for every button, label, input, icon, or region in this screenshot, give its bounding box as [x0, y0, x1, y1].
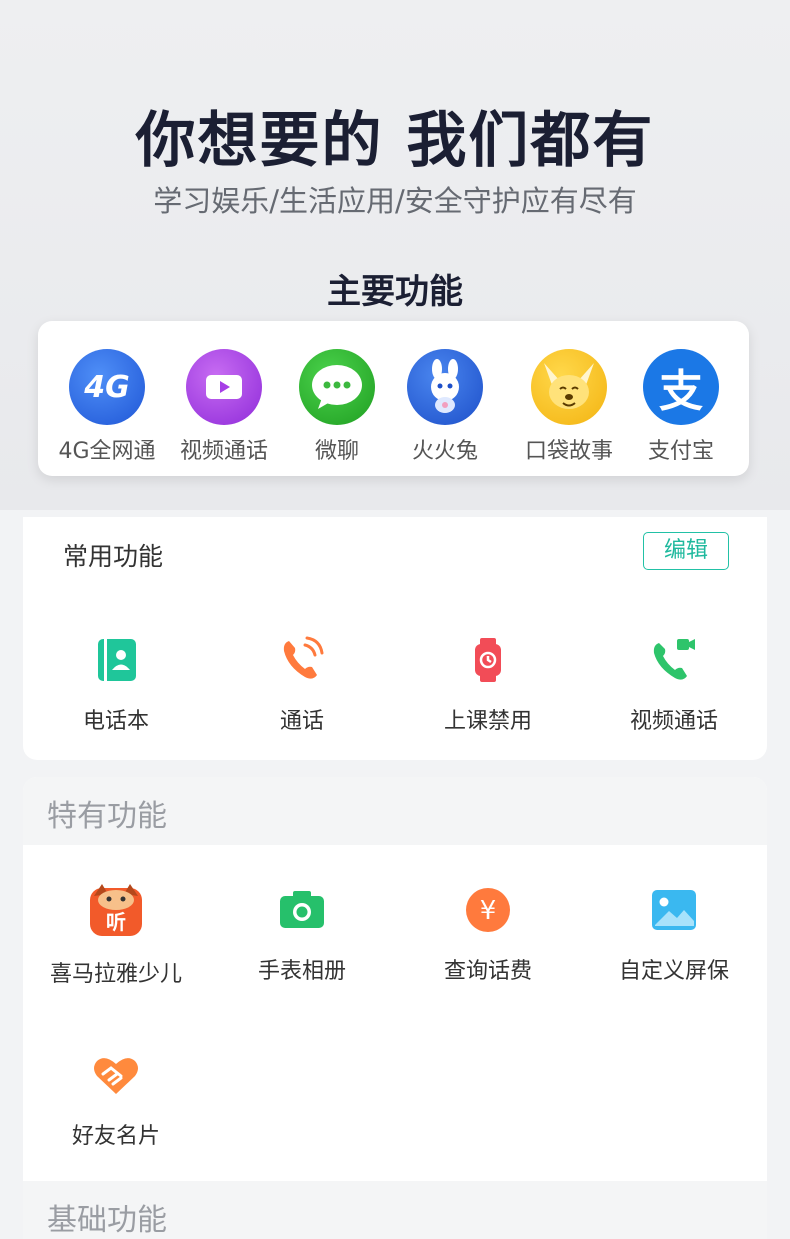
4g-network-icon: 4G: [69, 349, 145, 425]
edit-button[interactable]: 编辑: [643, 532, 729, 570]
rabbit-icon: [407, 349, 483, 425]
video-call-icon: [186, 349, 262, 425]
main-feature-label: 视频通话: [179, 439, 268, 464]
camera-icon: [277, 885, 327, 935]
basic-functions-title: 基础功能: [47, 1203, 167, 1238]
common-item-label: 上课禁用: [443, 709, 532, 734]
special-item-screensaver[interactable]: 自定义屏保: [581, 885, 767, 985]
subline: 学习娱乐/生活应用/安全守护应有尽有: [153, 184, 637, 218]
common-functions-card: 常用功能 编辑 电话本 通话 上课禁用 视频通话: [23, 517, 767, 760]
common-item-class-mode[interactable]: 上课禁用: [395, 635, 581, 735]
common-item-call[interactable]: 通话: [209, 635, 395, 735]
fox-icon: [531, 349, 607, 425]
special-item-label: 喜马拉雅少儿: [49, 962, 182, 987]
special-item-ximalaya[interactable]: 听 喜马拉雅少儿: [23, 882, 209, 988]
hero-banner: 你想要的 我们都有 学习娱乐/生活应用/安全守护应有尽有 主要功能 4G 4G全…: [0, 0, 790, 510]
video-phone-icon: [649, 635, 699, 685]
yuan-coin-icon: ¥: [463, 885, 513, 935]
special-item-label: 手表相册: [257, 959, 346, 984]
common-item-label: 电话本: [82, 709, 149, 734]
common-functions-title: 常用功能: [63, 542, 164, 571]
contacts-book-icon: [91, 635, 141, 685]
main-features-title: 主要功能: [327, 272, 463, 312]
special-item-label: 好友名片: [71, 1124, 160, 1149]
main-feature-rabbit[interactable]: 火火兔: [390, 341, 500, 466]
main-feature-label: 支付宝: [647, 439, 714, 464]
main-feature-label: 火火兔: [411, 439, 478, 464]
special-item-label: 查询话费: [443, 959, 532, 984]
svg-text:¥: ¥: [480, 896, 497, 926]
headline: 你想要的 我们都有: [135, 106, 655, 176]
common-item-label: 视频通话: [629, 709, 718, 734]
basic-functions-header: 基础功能: [23, 1181, 767, 1239]
main-feature-chat[interactable]: 微聊: [282, 341, 392, 466]
chat-bubble-icon: [299, 349, 375, 425]
picture-icon: [649, 885, 699, 935]
main-feature-4g[interactable]: 4G 4G全网通: [52, 341, 162, 466]
main-feature-label: 4G全网通: [58, 439, 156, 464]
phone-call-icon: [277, 635, 327, 685]
handshake-heart-icon: [91, 1050, 141, 1100]
main-feature-video-call[interactable]: 视频通话: [169, 341, 279, 466]
main-feature-pocket-story[interactable]: 口袋故事: [514, 341, 624, 466]
common-item-label: 通话: [279, 709, 324, 734]
special-functions-header: 特有功能: [23, 777, 767, 845]
special-item-album[interactable]: 手表相册: [209, 885, 395, 985]
common-item-contacts[interactable]: 电话本: [23, 635, 209, 735]
special-functions-card: 特有功能 听 喜马拉雅少儿 手表相册 ¥ 查询话费 自定义屏保 好友名片: [23, 777, 767, 1197]
special-functions-title: 特有功能: [47, 799, 167, 834]
ximalaya-kids-icon: 听: [88, 882, 144, 938]
watch-lock-icon: [463, 635, 513, 685]
main-feature-label: 口袋故事: [524, 439, 613, 464]
special-item-friend-card[interactable]: 好友名片: [23, 1050, 209, 1150]
common-item-video-call[interactable]: 视频通话: [581, 635, 767, 735]
special-item-balance[interactable]: ¥ 查询话费: [395, 885, 581, 985]
main-feature-label: 微聊: [314, 439, 359, 464]
main-features-card: 4G 4G全网通 视频通话 微聊 火火兔 口袋故事 支 支付宝: [38, 321, 749, 476]
alipay-icon: 支: [643, 349, 719, 425]
svg-text:听: 听: [106, 910, 126, 934]
main-feature-alipay[interactable]: 支 支付宝: [626, 341, 736, 466]
special-item-label: 自定义屏保: [618, 959, 729, 984]
